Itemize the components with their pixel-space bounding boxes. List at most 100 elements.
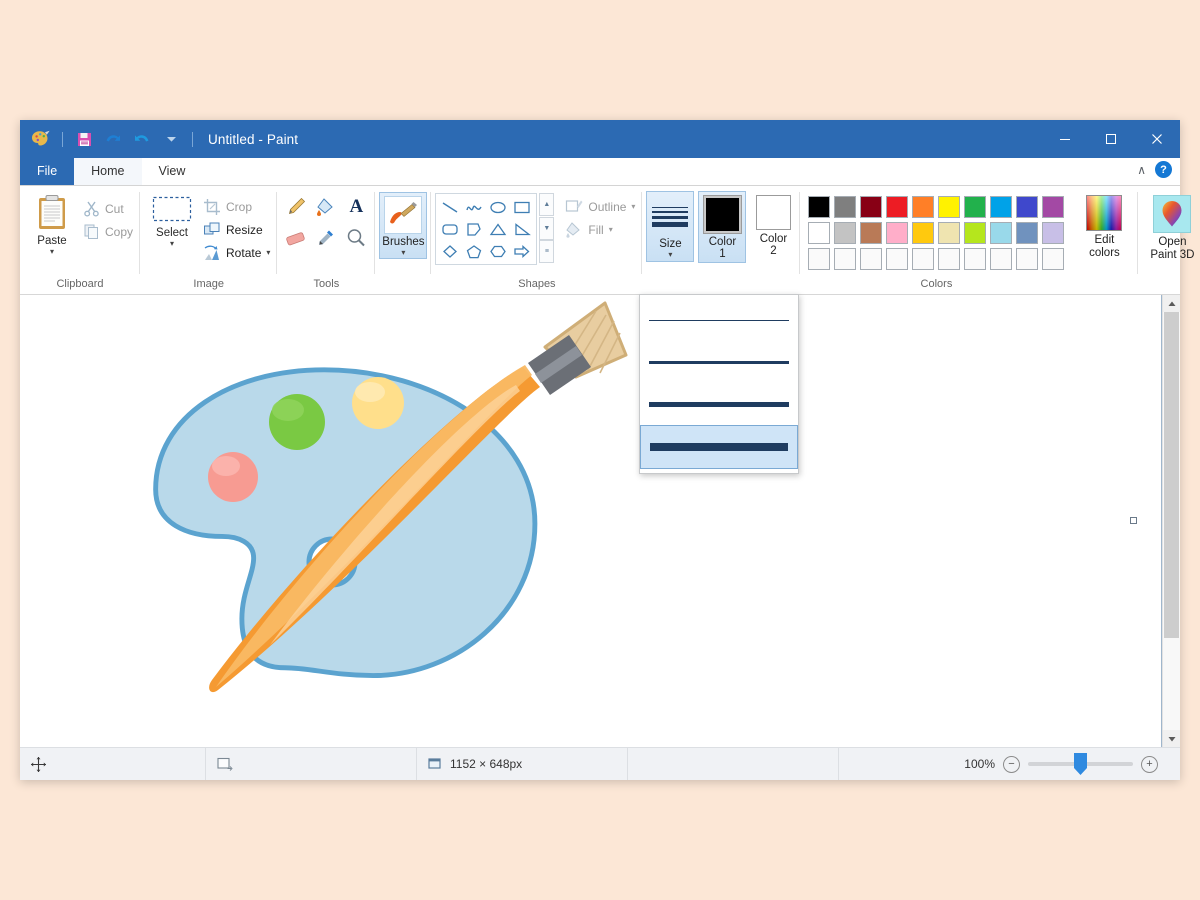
zoom-slider-thumb[interactable]	[1074, 753, 1087, 775]
shapes-scroll-up-icon[interactable]: ▲	[539, 193, 555, 216]
palette-cell-custom[interactable]	[884, 246, 910, 272]
palette-cell[interactable]	[988, 220, 1014, 246]
color2-button[interactable]: Color 2	[750, 191, 796, 259]
shape-polygon[interactable]	[462, 218, 486, 240]
cut-button[interactable]: Cut	[80, 197, 136, 220]
scroll-down-icon[interactable]	[1163, 730, 1180, 747]
palette-cell[interactable]	[806, 194, 832, 220]
scrollbar-thumb[interactable]	[1164, 312, 1179, 639]
size-option-1px[interactable]	[640, 299, 798, 341]
pencil-icon[interactable]	[281, 191, 311, 222]
size-option-3px[interactable]	[640, 341, 798, 383]
color1-button[interactable]: Color 1	[698, 191, 747, 263]
shapes-more-icon[interactable]: ≡	[539, 240, 555, 263]
maximize-button[interactable]	[1088, 120, 1134, 158]
palette-cell[interactable]	[910, 194, 936, 220]
shape-right-arrow[interactable]	[510, 240, 534, 262]
shapes-scroll-down-icon[interactable]: ▼	[539, 216, 555, 240]
shape-rounded-rectangle[interactable]	[438, 218, 462, 240]
palette-cell[interactable]	[1040, 220, 1066, 246]
help-icon[interactable]: ?	[1155, 161, 1172, 178]
rotate-button[interactable]: Rotate ▾	[200, 241, 273, 264]
palette-cell-custom[interactable]	[988, 246, 1014, 272]
palette-cell[interactable]	[962, 194, 988, 220]
palette-cell[interactable]	[910, 220, 936, 246]
palette-cell[interactable]	[1014, 194, 1040, 220]
save-icon[interactable]	[73, 128, 95, 150]
size-option-8px[interactable]	[640, 425, 798, 469]
size-option-5px[interactable]	[640, 383, 798, 425]
shape-hexagon[interactable]	[486, 240, 510, 262]
redo-icon[interactable]	[131, 128, 153, 150]
tab-file[interactable]: File	[20, 158, 75, 185]
palette-cell[interactable]	[884, 194, 910, 220]
eraser-icon[interactable]	[281, 222, 311, 253]
palette-cell-custom[interactable]	[806, 246, 832, 272]
palette-cell[interactable]	[962, 220, 988, 246]
scroll-up-icon[interactable]	[1163, 295, 1180, 312]
rotate-caret-icon[interactable]: ▾	[266, 249, 270, 257]
shape-rectangle[interactable]	[510, 196, 534, 218]
paint-palette-icon[interactable]	[30, 128, 52, 150]
copy-button[interactable]: Copy	[80, 220, 136, 243]
palette-cell[interactable]	[936, 194, 962, 220]
outline-button[interactable]: Outline ▾	[562, 195, 638, 218]
crop-button[interactable]: Crop	[200, 195, 273, 218]
fill-caret-icon[interactable]: ▾	[609, 226, 613, 234]
shape-pentagon[interactable]	[462, 240, 486, 262]
open-paint3d-button[interactable]: Open Paint 3D	[1142, 191, 1200, 262]
palette-cell-custom[interactable]	[936, 246, 962, 272]
palette-cell[interactable]	[988, 194, 1014, 220]
palette-cell[interactable]	[1040, 194, 1066, 220]
color-picker-icon[interactable]	[311, 222, 341, 253]
fill-button[interactable]: Fill ▾	[562, 218, 638, 241]
shape-triangle[interactable]	[486, 218, 510, 240]
collapse-ribbon-icon[interactable]: ∧	[1137, 163, 1146, 177]
brushes-button[interactable]: Brushes ▾	[379, 192, 428, 259]
minimize-button[interactable]	[1042, 120, 1088, 158]
paste-caret-icon[interactable]: ▾	[50, 248, 54, 256]
paste-button[interactable]: Paste ▾	[24, 191, 80, 256]
shape-right-triangle[interactable]	[510, 218, 534, 240]
vertical-scrollbar[interactable]	[1162, 295, 1180, 747]
palette-cell-custom[interactable]	[832, 246, 858, 272]
shape-diamond[interactable]	[438, 240, 462, 262]
palette-cell[interactable]	[1014, 220, 1040, 246]
undo-icon[interactable]	[102, 128, 124, 150]
tab-view[interactable]: View	[142, 158, 203, 185]
palette-cell[interactable]	[806, 220, 832, 246]
edit-colors-button[interactable]: Edit colors	[1074, 191, 1134, 260]
brushes-caret-icon[interactable]: ▾	[401, 249, 405, 257]
zoom-in-button[interactable]: +	[1141, 755, 1158, 773]
select-caret-icon[interactable]: ▾	[170, 240, 174, 248]
select-button[interactable]: Select ▾	[144, 191, 200, 248]
shape-curve[interactable]	[462, 196, 486, 218]
palette-cell-custom[interactable]	[858, 246, 884, 272]
palette-cell[interactable]	[858, 220, 884, 246]
zoom-out-button[interactable]: −	[1003, 755, 1020, 773]
size-caret-icon[interactable]: ▾	[668, 251, 672, 259]
magnifier-icon[interactable]	[341, 222, 371, 253]
text-icon[interactable]: A	[341, 191, 371, 222]
size-button[interactable]: Size ▾	[646, 191, 695, 262]
palette-cell-custom[interactable]	[1014, 246, 1040, 272]
scrollbar-track[interactable]	[1163, 312, 1180, 730]
zoom-slider-track[interactable]	[1028, 753, 1133, 775]
palette-cell[interactable]	[858, 194, 884, 220]
palette-cell[interactable]	[832, 220, 858, 246]
palette-cell-custom[interactable]	[910, 246, 936, 272]
outline-caret-icon[interactable]: ▾	[631, 203, 635, 211]
group-label-paint3d	[1142, 275, 1200, 294]
customize-qat-icon[interactable]	[160, 128, 182, 150]
resize-button[interactable]: Resize	[200, 218, 273, 241]
palette-cell[interactable]	[832, 194, 858, 220]
fill-with-color-icon[interactable]	[311, 191, 341, 222]
close-button[interactable]	[1134, 120, 1180, 158]
palette-cell-custom[interactable]	[1040, 246, 1066, 272]
palette-cell[interactable]	[884, 220, 910, 246]
palette-cell-custom[interactable]	[962, 246, 988, 272]
palette-cell[interactable]	[936, 220, 962, 246]
tab-home[interactable]: Home	[74, 158, 142, 185]
shape-line[interactable]	[438, 196, 462, 218]
shape-oval[interactable]	[486, 196, 510, 218]
